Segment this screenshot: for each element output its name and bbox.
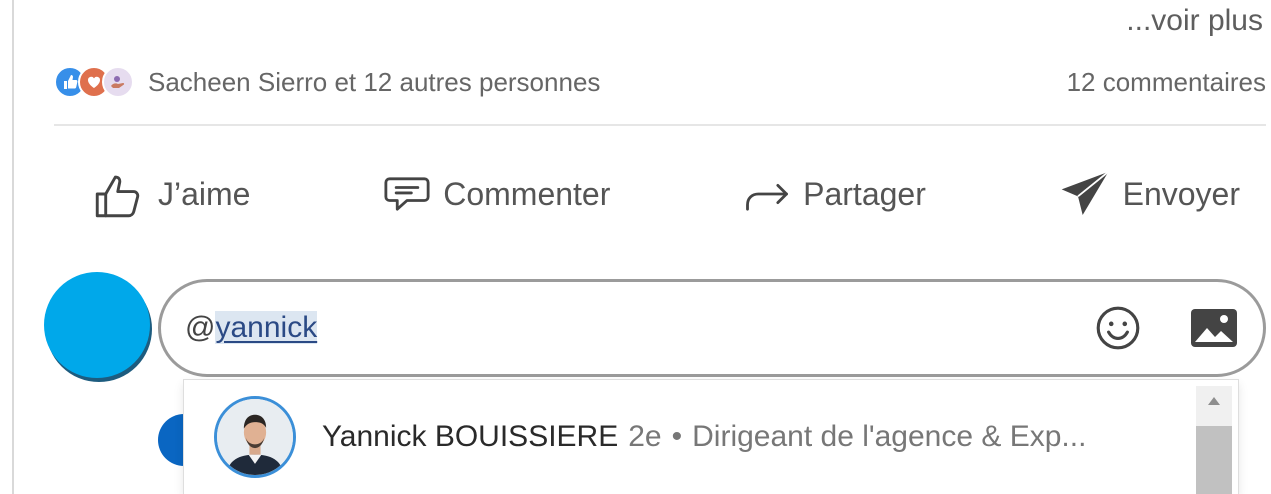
reactions-group[interactable] [54,66,134,98]
share-button[interactable]: Partager [741,168,926,220]
send-label: Envoyer [1122,175,1240,212]
mention-prefix: @ [185,311,216,344]
social-counts-row: Sacheen Sierro et 12 autres personnes 12… [54,62,1266,102]
share-label: Partager [803,175,926,212]
post-actions-bar: J’aime Commenter Partager Envoyer [90,164,1240,224]
thumbs-up-icon [90,165,148,223]
suggestion-headline: Dirigeant de l'agence & Exp... [692,420,1087,453]
dropdown-scrollbar[interactable] [1196,386,1232,494]
image-icon[interactable] [1189,306,1239,350]
share-arrow-icon [741,168,793,220]
scrollbar-thumb[interactable] [1196,426,1232,494]
send-button[interactable]: Envoyer [1057,166,1240,222]
emoji-icon[interactable] [1093,303,1143,353]
see-more-link[interactable]: ...voir plus [1126,4,1263,38]
feed-left-border [12,0,14,494]
comment-input-box[interactable]: @yannick [158,279,1266,377]
suggestion-degree: 2e [628,420,662,453]
paper-plane-icon [1057,166,1113,222]
mention-suggestions-dropdown: Yannick BOUISSIERE 2e • Dirigeant de l'a… [184,380,1238,494]
scroll-up-arrow-icon[interactable] [1196,386,1232,416]
like-label: J’aime [158,175,251,212]
divider [54,124,1266,126]
like-button[interactable]: J’aime [90,165,250,223]
comment-input[interactable]: @yannick [185,311,1093,345]
mention-text: yannick [215,311,318,344]
reactors-summary[interactable]: Sacheen Sierro et 12 autres personnes [148,67,600,98]
current-user-avatar[interactable] [44,272,150,378]
comment-label: Commenter [443,175,611,212]
comments-count[interactable]: 12 commentaires [1067,67,1266,98]
mention-suggestion-item[interactable]: Yannick BOUISSIERE 2e • Dirigeant de l'a… [184,380,1194,494]
speech-bubble-icon [381,168,433,220]
suggestion-name: Yannick BOUISSIERE [322,420,619,453]
support-reaction-icon [102,66,134,98]
suggestion-separator: • [671,420,683,453]
comment-button[interactable]: Commenter [381,168,610,220]
suggestion-avatar [214,396,296,478]
